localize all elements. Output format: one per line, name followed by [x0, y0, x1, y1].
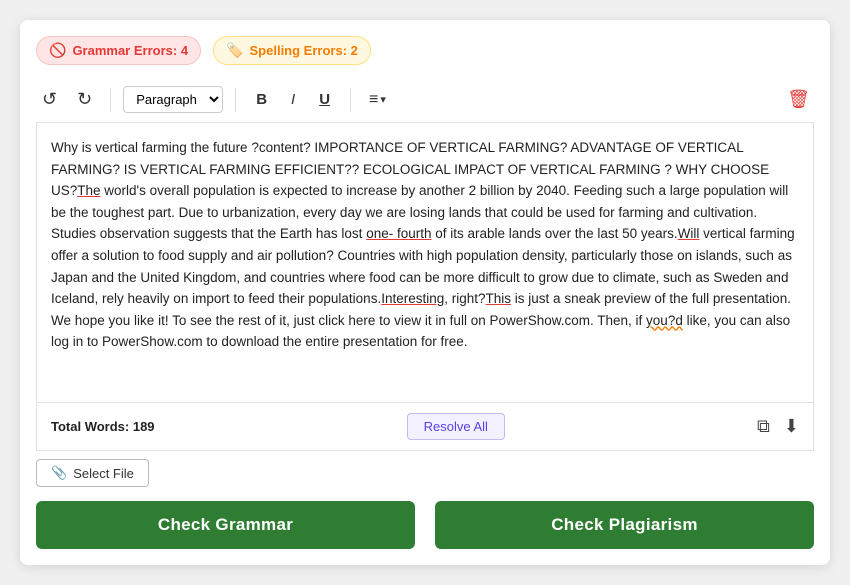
- action-buttons-row: Check Grammar Check Plagiarism: [36, 501, 814, 549]
- paragraph-style-select[interactable]: Paragraph Heading 1 Heading 2 Heading 3: [123, 86, 223, 113]
- spelling-errors-badge: 🏷️ Spelling Errors: 2: [213, 36, 371, 65]
- editor-footer: Total Words: 189 Resolve All ⧉ ⬇: [36, 403, 814, 451]
- footer-icons-group: ⧉ ⬇: [757, 416, 799, 437]
- editor-text-will: Will: [678, 226, 700, 241]
- editor-toolbar: ↺ ↻ Paragraph Heading 1 Heading 2 Headin…: [36, 77, 814, 123]
- select-file-label: Select File: [73, 466, 134, 481]
- text-editor[interactable]: Why is vertical farming the future ?cont…: [36, 123, 814, 403]
- grammar-error-icon: 🚫: [49, 42, 66, 59]
- download-icon-button[interactable]: ⬇: [784, 416, 799, 437]
- paperclip-icon: 📎: [51, 465, 67, 481]
- align-button[interactable]: ≡ ▾: [363, 87, 392, 113]
- redo-button[interactable]: ↻: [71, 85, 98, 114]
- bold-button[interactable]: B: [248, 87, 275, 112]
- check-plagiarism-button[interactable]: Check Plagiarism: [435, 501, 814, 549]
- editor-text-3: of its arable lands over the last 50 yea…: [431, 226, 677, 241]
- grammar-errors-label: Grammar Errors: 4: [72, 43, 188, 58]
- editor-text-onefourth: one- fourth: [366, 226, 431, 241]
- undo-button[interactable]: ↺: [36, 85, 63, 114]
- main-container: 🚫 Grammar Errors: 4 🏷️ Spelling Errors: …: [20, 20, 830, 565]
- grammar-errors-badge: 🚫 Grammar Errors: 4: [36, 36, 201, 65]
- editor-text-this: This: [486, 291, 512, 306]
- copy-icon-button[interactable]: ⧉: [757, 416, 770, 437]
- spelling-errors-label: Spelling Errors: 2: [250, 43, 358, 58]
- select-file-button[interactable]: 📎 Select File: [36, 459, 149, 487]
- toolbar-divider-1: [110, 88, 111, 112]
- toolbar-divider-3: [350, 88, 351, 112]
- select-file-row: 📎 Select File: [36, 451, 814, 497]
- total-words-label: Total Words: 189: [51, 419, 155, 434]
- spelling-error-icon: 🏷️: [226, 42, 243, 59]
- delete-button[interactable]: 🗑: [783, 85, 814, 114]
- editor-text-youd: you?d: [646, 313, 683, 328]
- editor-text-5: , right?: [444, 291, 485, 306]
- align-chevron-icon: ▾: [380, 93, 386, 106]
- error-badges-row: 🚫 Grammar Errors: 4 🏷️ Spelling Errors: …: [36, 36, 814, 65]
- toolbar-divider-2: [235, 88, 236, 112]
- editor-text-the: The: [77, 183, 100, 198]
- check-grammar-button[interactable]: Check Grammar: [36, 501, 415, 549]
- underline-button[interactable]: U: [311, 87, 338, 112]
- align-icon: ≡: [369, 91, 378, 109]
- resolve-all-button[interactable]: Resolve All: [407, 413, 505, 440]
- editor-text-interesting: Interesting: [381, 291, 444, 306]
- italic-button[interactable]: I: [283, 87, 303, 112]
